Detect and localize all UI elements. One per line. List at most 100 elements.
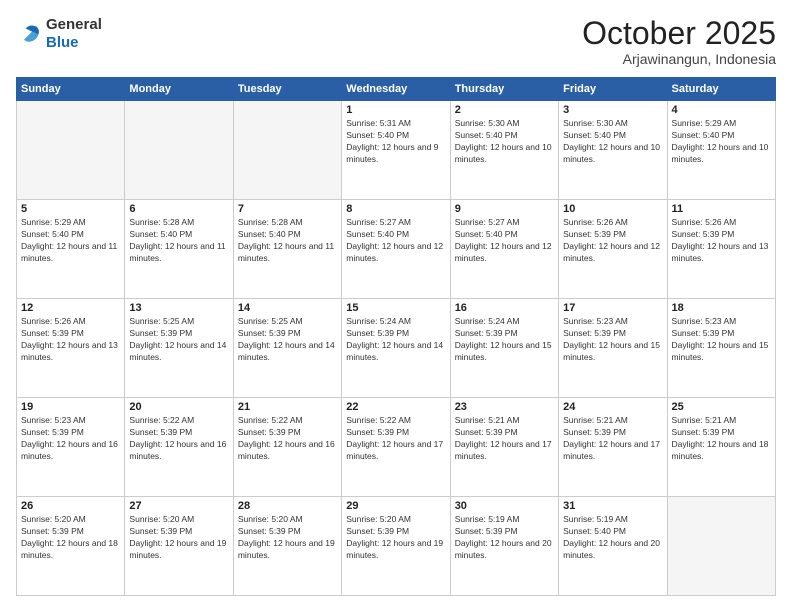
day-number: 10 <box>563 203 662 215</box>
calendar-cell: 11 Sunrise: 5:26 AMSunset: 5:39 PMDayligh… <box>667 200 775 299</box>
day-number: 5 <box>21 203 120 215</box>
day-number: 4 <box>672 104 771 116</box>
calendar-cell: 12Sunrise: 5:26 AMSunset: 5:39 PMDayligh… <box>17 299 125 398</box>
cell-info: Sunrise: 5:22 AMSunset: 5:39 PMDaylight:… <box>129 415 228 463</box>
calendar-cell: 26 Sunrise: 5:20 AMSunset: 5:39 PMDayligh… <box>17 497 125 596</box>
calendar-cell: 7 Sunrise: 5:28 AMSunset: 5:40 PMDaylight… <box>233 200 341 299</box>
day-number: 29 <box>346 500 445 512</box>
logo-general: General <box>46 16 102 33</box>
day-number: 27 <box>129 500 228 512</box>
week-row-4: 19 Sunrise: 5:23 AMSunset: 5:39 PMDayligh… <box>17 398 776 497</box>
calendar-cell: 24 Sunrise: 5:21 AMSunset: 5:39 PMDayligh… <box>559 398 667 497</box>
cell-info: Sunrise: 5:24 AMSunset: 5:39 PMDaylight:… <box>346 316 445 364</box>
day-number: 15 <box>346 302 445 314</box>
calendar-cell: 23Sunrise: 5:21 AMSunset: 5:39 PMDayligh… <box>450 398 558 497</box>
calendar-cell: 31 Sunrise: 5:19 AMSunset: 5:40 PMDayligh… <box>559 497 667 596</box>
day-number: 17 <box>563 302 662 314</box>
calendar-cell: 25Sunrise: 5:21 AMSunset: 5:39 PMDayligh… <box>667 398 775 497</box>
cell-info: Sunrise: 5:26 AMSunset: 5:39 PMDaylight:… <box>21 316 120 364</box>
day-number: 16 <box>455 302 554 314</box>
cell-info: Sunrise: 5:29 AMSunset: 5:40 PMDaylight:… <box>21 217 120 265</box>
day-number: 20 <box>129 401 228 413</box>
logo-blue: Blue <box>46 34 79 51</box>
day-number: 1 <box>346 104 445 116</box>
calendar-cell: 9Sunrise: 5:27 AMSunset: 5:40 PMDaylight… <box>450 200 558 299</box>
calendar-cell <box>17 101 125 200</box>
cell-info: Sunrise: 5:28 AMSunset: 5:40 PMDaylight:… <box>238 217 337 265</box>
weekday-header-tuesday: Tuesday <box>233 78 341 101</box>
calendar-cell: 20 Sunrise: 5:22 AMSunset: 5:39 PMDayligh… <box>125 398 233 497</box>
calendar-table: SundayMondayTuesdayWednesdayThursdayFrid… <box>16 77 776 596</box>
calendar-cell: 27Sunrise: 5:20 AMSunset: 5:39 PMDayligh… <box>125 497 233 596</box>
day-number: 25 <box>672 401 771 413</box>
week-row-2: 5 Sunrise: 5:29 AMSunset: 5:40 PMDaylight… <box>17 200 776 299</box>
day-number: 6 <box>129 203 228 215</box>
cell-info: Sunrise: 5:30 AMSunset: 5:40 PMDaylight:… <box>563 118 662 166</box>
calendar-cell: 30 Sunrise: 5:19 AMSunset: 5:39 PMDayligh… <box>450 497 558 596</box>
month-title: October 2025 <box>582 16 776 51</box>
day-number: 8 <box>346 203 445 215</box>
header: General Blue October 2025 Arjawinangun, … <box>16 16 776 67</box>
weekday-header-saturday: Saturday <box>667 78 775 101</box>
calendar-cell: 21Sunrise: 5:22 AMSunset: 5:39 PMDayligh… <box>233 398 341 497</box>
calendar-cell: 19 Sunrise: 5:23 AMSunset: 5:39 PMDayligh… <box>17 398 125 497</box>
cell-info: Sunrise: 5:27 AMSunset: 5:40 PMDaylight:… <box>455 217 554 265</box>
cell-info: Sunrise: 5:23 AMSunset: 5:39 PMDaylight:… <box>21 415 120 463</box>
calendar-cell: 2Sunrise: 5:30 AMSunset: 5:40 PMDaylight… <box>450 101 558 200</box>
cell-info: Sunrise: 5:21 AMSunset: 5:39 PMDaylight:… <box>455 415 554 463</box>
cell-info: Sunrise: 5:26 AMSunset: 5:39 PMDaylight:… <box>672 217 771 265</box>
day-number: 14 <box>238 302 337 314</box>
cell-info: Sunrise: 5:26 AMSunset: 5:39 PMDaylight:… <box>563 217 662 265</box>
weekday-header-friday: Friday <box>559 78 667 101</box>
day-number: 26 <box>21 500 120 512</box>
cell-info: Sunrise: 5:24 AMSunset: 5:39 PMDaylight:… <box>455 316 554 364</box>
week-row-1: 1Sunrise: 5:31 AMSunset: 5:40 PMDaylight… <box>17 101 776 200</box>
cell-info: Sunrise: 5:23 AMSunset: 5:39 PMDaylight:… <box>563 316 662 364</box>
calendar-cell: 17 Sunrise: 5:23 AMSunset: 5:39 PMDayligh… <box>559 299 667 398</box>
page: General Blue October 2025 Arjawinangun, … <box>0 0 792 612</box>
location-subtitle: Arjawinangun, Indonesia <box>582 51 776 67</box>
calendar-cell: 29Sunrise: 5:20 AMSunset: 5:39 PMDayligh… <box>342 497 450 596</box>
cell-info: Sunrise: 5:23 AMSunset: 5:39 PMDaylight:… <box>672 316 771 364</box>
day-number: 24 <box>563 401 662 413</box>
weekday-header-thursday: Thursday <box>450 78 558 101</box>
calendar-cell: 6Sunrise: 5:28 AMSunset: 5:40 PMDaylight… <box>125 200 233 299</box>
calendar-cell: 15 Sunrise: 5:24 AMSunset: 5:39 PMDayligh… <box>342 299 450 398</box>
cell-info: Sunrise: 5:25 AMSunset: 5:39 PMDaylight:… <box>238 316 337 364</box>
calendar-cell: 28 Sunrise: 5:20 AMSunset: 5:39 PMDayligh… <box>233 497 341 596</box>
calendar-cell <box>667 497 775 596</box>
day-number: 31 <box>563 500 662 512</box>
cell-info: Sunrise: 5:19 AMSunset: 5:40 PMDaylight:… <box>563 514 662 562</box>
day-number: 22 <box>346 401 445 413</box>
day-number: 18 <box>672 302 771 314</box>
calendar-cell: 14 Sunrise: 5:25 AMSunset: 5:39 PMDayligh… <box>233 299 341 398</box>
day-number: 13 <box>129 302 228 314</box>
logo-icon <box>16 22 40 46</box>
cell-info: Sunrise: 5:21 AMSunset: 5:39 PMDaylight:… <box>563 415 662 463</box>
calendar-cell: 8Sunrise: 5:27 AMSunset: 5:40 PMDaylight… <box>342 200 450 299</box>
title-block: October 2025 Arjawinangun, Indonesia <box>582 16 776 67</box>
cell-info: Sunrise: 5:22 AMSunset: 5:39 PMDaylight:… <box>346 415 445 463</box>
cell-info: Sunrise: 5:20 AMSunset: 5:39 PMDaylight:… <box>238 514 337 562</box>
calendar-cell: 4Sunrise: 5:29 AMSunset: 5:40 PMDaylight… <box>667 101 775 200</box>
logo: General Blue <box>16 16 102 52</box>
day-number: 28 <box>238 500 337 512</box>
cell-info: Sunrise: 5:25 AMSunset: 5:39 PMDaylight:… <box>129 316 228 364</box>
weekday-header-monday: Monday <box>125 78 233 101</box>
logo-text: General Blue <box>46 16 102 52</box>
week-row-5: 26 Sunrise: 5:20 AMSunset: 5:39 PMDayligh… <box>17 497 776 596</box>
calendar-cell: 3Sunrise: 5:30 AMSunset: 5:40 PMDaylight… <box>559 101 667 200</box>
day-number: 7 <box>238 203 337 215</box>
calendar-cell: 10 Sunrise: 5:26 AMSunset: 5:39 PMDayligh… <box>559 200 667 299</box>
weekday-header-row: SundayMondayTuesdayWednesdayThursdayFrid… <box>17 78 776 101</box>
calendar-cell: 16 Sunrise: 5:24 AMSunset: 5:39 PMDayligh… <box>450 299 558 398</box>
day-number: 19 <box>21 401 120 413</box>
day-number: 30 <box>455 500 554 512</box>
day-number: 2 <box>455 104 554 116</box>
calendar-cell: 18 Sunrise: 5:23 AMSunset: 5:39 PMDayligh… <box>667 299 775 398</box>
day-number: 11 <box>672 203 771 215</box>
cell-info: Sunrise: 5:22 AMSunset: 5:39 PMDaylight:… <box>238 415 337 463</box>
cell-info: Sunrise: 5:19 AMSunset: 5:39 PMDaylight:… <box>455 514 554 562</box>
calendar-cell <box>125 101 233 200</box>
cell-info: Sunrise: 5:20 AMSunset: 5:39 PMDaylight:… <box>21 514 120 562</box>
